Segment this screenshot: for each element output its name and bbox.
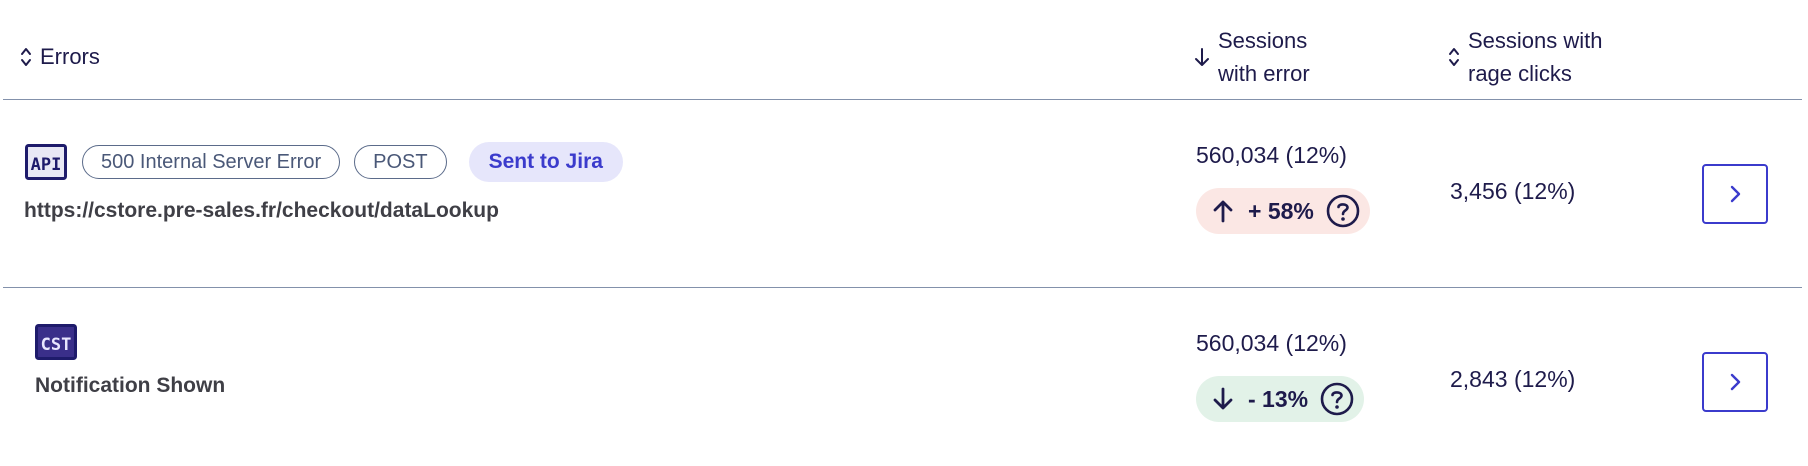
open-details-button[interactable] (1702, 164, 1768, 224)
cst-icon-label: CST (41, 335, 72, 355)
chevron-right-icon (1730, 185, 1741, 203)
method-tag: POST (354, 145, 447, 179)
trend-percent: - 13% (1248, 385, 1309, 412)
column-header-sessions-rage-clicks[interactable]: Sessions with rage clicks (1448, 24, 1603, 90)
table-row[interactable]: CST Notification Shown 560,034 (12%) - 1… (0, 288, 1808, 466)
sort-descending-icon (1195, 48, 1209, 66)
api-icon: API (25, 144, 67, 180)
rage-clicks-value: 2,843 (12%) (1450, 366, 1576, 392)
trend-badge: + 58% (1196, 188, 1370, 234)
jira-status-badge[interactable]: Sent to Jira (468, 142, 623, 182)
arrow-down-icon (1213, 387, 1233, 410)
api-icon-label: API (31, 155, 62, 175)
sort-icon (21, 47, 31, 66)
status-code-tag: 500 Internal Server Error (82, 145, 341, 179)
tag-list: 500 Internal Server Error POST Sent to J… (82, 142, 623, 182)
column-header-label: Errors (40, 44, 100, 69)
sort-icon (1449, 48, 1459, 66)
open-details-button[interactable] (1702, 352, 1768, 412)
table-header: Errors Sessions with error Sessions with… (0, 0, 1808, 100)
table-row[interactable]: API 500 Internal Server Error POST Sent … (0, 100, 1808, 287)
errors-table: Errors Sessions with error Sessions with… (0, 0, 1808, 466)
rage-clicks-value: 3,456 (12%) (1450, 178, 1576, 204)
error-url: https://cstore.pre-sales.fr/checkout/dat… (24, 199, 499, 222)
trend-badge: - 13% (1196, 376, 1365, 422)
column-header-label: Sessions with rage clicks (1468, 28, 1603, 86)
arrow-up-icon (1213, 200, 1233, 223)
error-name: Notification Shown (35, 374, 226, 397)
column-header-errors[interactable]: Errors (20, 40, 100, 73)
trend-percent: + 58% (1248, 197, 1314, 224)
cst-icon: CST (35, 324, 77, 360)
help-icon[interactable] (1320, 382, 1354, 416)
sessions-with-error-value: 560,034 (12%) (1196, 330, 1347, 356)
column-header-label: Sessions with error (1218, 28, 1310, 86)
help-icon[interactable] (1326, 194, 1360, 228)
sessions-with-error-value: 560,034 (12%) (1196, 142, 1347, 168)
column-header-sessions-with-error[interactable]: Sessions with error (1194, 24, 1310, 90)
chevron-right-icon (1730, 373, 1741, 391)
